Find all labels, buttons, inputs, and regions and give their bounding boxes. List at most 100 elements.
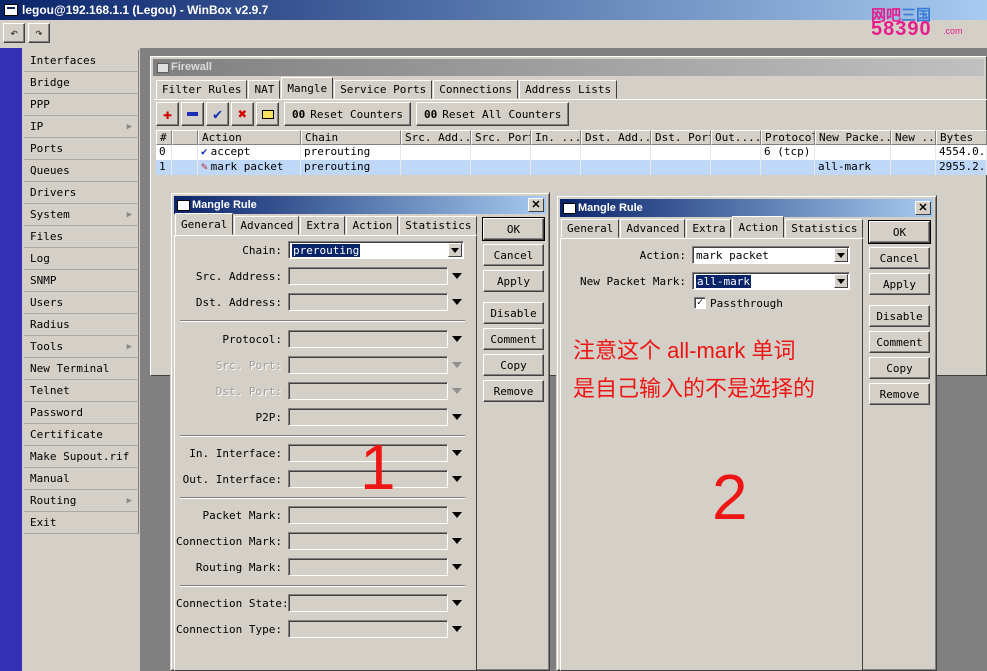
tab-service-ports[interactable]: Service Ports [334, 80, 433, 99]
tab-general[interactable]: General [175, 213, 234, 235]
tab-action[interactable]: Action [732, 216, 785, 238]
sidebar-item-log[interactable]: Log [24, 248, 139, 270]
expand-arrow-icon[interactable] [452, 336, 462, 342]
col-header-num[interactable]: # [156, 130, 172, 145]
connection-mark-input[interactable] [288, 532, 448, 550]
dst-port-input[interactable] [288, 382, 448, 400]
expand-arrow-icon[interactable] [452, 538, 462, 544]
src-port-input[interactable] [288, 356, 448, 374]
col-header-src-add[interactable]: Src. Add... [401, 130, 471, 145]
sidebar-item-telnet[interactable]: Telnet [24, 380, 139, 402]
add-icon[interactable]: ✚ [156, 102, 179, 126]
expand-arrow-icon[interactable] [452, 600, 462, 606]
sidebar-item-routing[interactable]: Routing ▶ [24, 490, 139, 512]
tab-extra[interactable]: Extra [300, 216, 346, 235]
sidebar-item-exit[interactable]: Exit [24, 512, 139, 534]
col-header-dst-port[interactable]: Dst. Port [651, 130, 711, 145]
apply-button[interactable]: Apply [483, 270, 544, 292]
tab-nat[interactable]: NAT [248, 80, 281, 99]
enable-icon[interactable]: ✔ [206, 102, 229, 126]
disable-button[interactable]: Disable [483, 302, 544, 324]
protocol-input[interactable] [288, 330, 448, 348]
sidebar-item-users[interactable]: Users [24, 292, 139, 314]
cancel-button[interactable]: Cancel [483, 244, 544, 266]
tab-advanced[interactable]: Advanced [234, 216, 300, 235]
sidebar-item-tools[interactable]: Tools ▶ [24, 336, 139, 358]
connection-type-input[interactable] [288, 620, 448, 638]
col-header-new[interactable]: New ... [891, 130, 936, 145]
src-address-input[interactable] [288, 267, 448, 285]
action-select[interactable]: mark packet [692, 246, 850, 264]
packet-mark-input[interactable] [288, 506, 448, 524]
close-icon[interactable]: ✕ [528, 198, 544, 212]
col-header-new-packe[interactable]: New Packe... [815, 130, 891, 145]
tab-action[interactable]: Action [346, 216, 399, 235]
sidebar-item-radius[interactable]: Radius [24, 314, 139, 336]
sidebar-item-bridge[interactable]: Bridge [24, 72, 139, 94]
col-header-flags[interactable] [172, 130, 198, 145]
sidebar-item-drivers[interactable]: Drivers [24, 182, 139, 204]
copy-button[interactable]: Copy [869, 357, 930, 379]
comment-button[interactable]: Comment [483, 328, 544, 350]
col-header-src-port[interactable]: Src. Port [471, 130, 531, 145]
tab-filter-rules[interactable]: Filter Rules [156, 80, 248, 99]
tab-address-lists[interactable]: Address Lists [519, 80, 618, 99]
tab-connections[interactable]: Connections [433, 80, 519, 99]
tab-advanced[interactable]: Advanced [620, 219, 686, 238]
expand-arrow-icon[interactable] [452, 626, 462, 632]
tab-statistics[interactable]: Statistics [399, 216, 478, 235]
expand-arrow-icon[interactable] [452, 512, 462, 518]
chain-select[interactable]: prerouting [288, 241, 464, 259]
comment-icon[interactable] [256, 102, 279, 126]
comment-button[interactable]: Comment [869, 331, 930, 353]
remove-button[interactable]: Remove [869, 383, 930, 405]
routing-mark-input[interactable] [288, 558, 448, 576]
expand-arrow-icon[interactable] [452, 414, 462, 420]
expand-arrow-icon[interactable] [452, 362, 462, 368]
tab-general[interactable]: General [561, 219, 620, 238]
sidebar-item-files[interactable]: Files [24, 226, 139, 248]
expand-arrow-icon[interactable] [452, 388, 462, 394]
sidebar-item-snmp[interactable]: SNMP [24, 270, 139, 292]
chevron-down-icon[interactable] [448, 243, 462, 257]
expand-arrow-icon[interactable] [452, 476, 462, 482]
sidebar-item-manual[interactable]: Manual [24, 468, 139, 490]
sidebar-item-ports[interactable]: Ports [24, 138, 139, 160]
redo-icon[interactable]: ↷ [28, 23, 50, 43]
table-row[interactable]: 1 ✎mark packetprerouting all-mark 2955.2... [156, 160, 987, 175]
sidebar-item-ppp[interactable]: PPP [24, 94, 139, 116]
copy-button[interactable]: Copy [483, 354, 544, 376]
chevron-down-icon[interactable] [834, 248, 848, 262]
expand-arrow-icon[interactable] [452, 273, 462, 279]
col-header-out[interactable]: Out.... [711, 130, 761, 145]
disable-button[interactable]: Disable [869, 305, 930, 327]
col-header-action[interactable]: Action [198, 130, 301, 145]
new-packet-mark-input[interactable]: all-mark [692, 272, 850, 290]
tab-extra[interactable]: Extra [686, 219, 732, 238]
sidebar-item-system[interactable]: System ▶ [24, 204, 139, 226]
passthrough-checkbox[interactable]: ✓ [694, 297, 706, 309]
cancel-button[interactable]: Cancel [869, 247, 930, 269]
ok-button[interactable]: OK [868, 220, 931, 244]
sidebar-item-new-terminal[interactable]: New Terminal [24, 358, 139, 380]
dst-address-input[interactable] [288, 293, 448, 311]
col-header-chain[interactable]: Chain [301, 130, 401, 145]
sidebar-item-ip[interactable]: IP ▶ [24, 116, 139, 138]
close-icon[interactable]: ✕ [915, 201, 931, 215]
col-header-in[interactable]: In. ... [531, 130, 581, 145]
ok-button[interactable]: OK [482, 217, 545, 241]
disable-icon[interactable]: ✖ [231, 102, 254, 126]
sidebar-item-password[interactable]: Password [24, 402, 139, 424]
sidebar-item-make-supout-rif[interactable]: Make Supout.rif [24, 446, 139, 468]
remove-button[interactable]: Remove [483, 380, 544, 402]
connection-state-input[interactable] [288, 594, 448, 612]
expand-arrow-icon[interactable] [452, 450, 462, 456]
tab-mangle[interactable]: Mangle [281, 77, 334, 99]
apply-button[interactable]: Apply [869, 273, 930, 295]
col-header-protocol[interactable]: Protocol [761, 130, 815, 145]
chevron-down-icon[interactable] [834, 274, 848, 288]
col-header-bytes[interactable]: Bytes [936, 130, 987, 145]
reset-counters-button[interactable]: 00 Reset Counters [284, 102, 411, 126]
col-header-dst-add[interactable]: Dst. Add... [581, 130, 651, 145]
expand-arrow-icon[interactable] [452, 564, 462, 570]
